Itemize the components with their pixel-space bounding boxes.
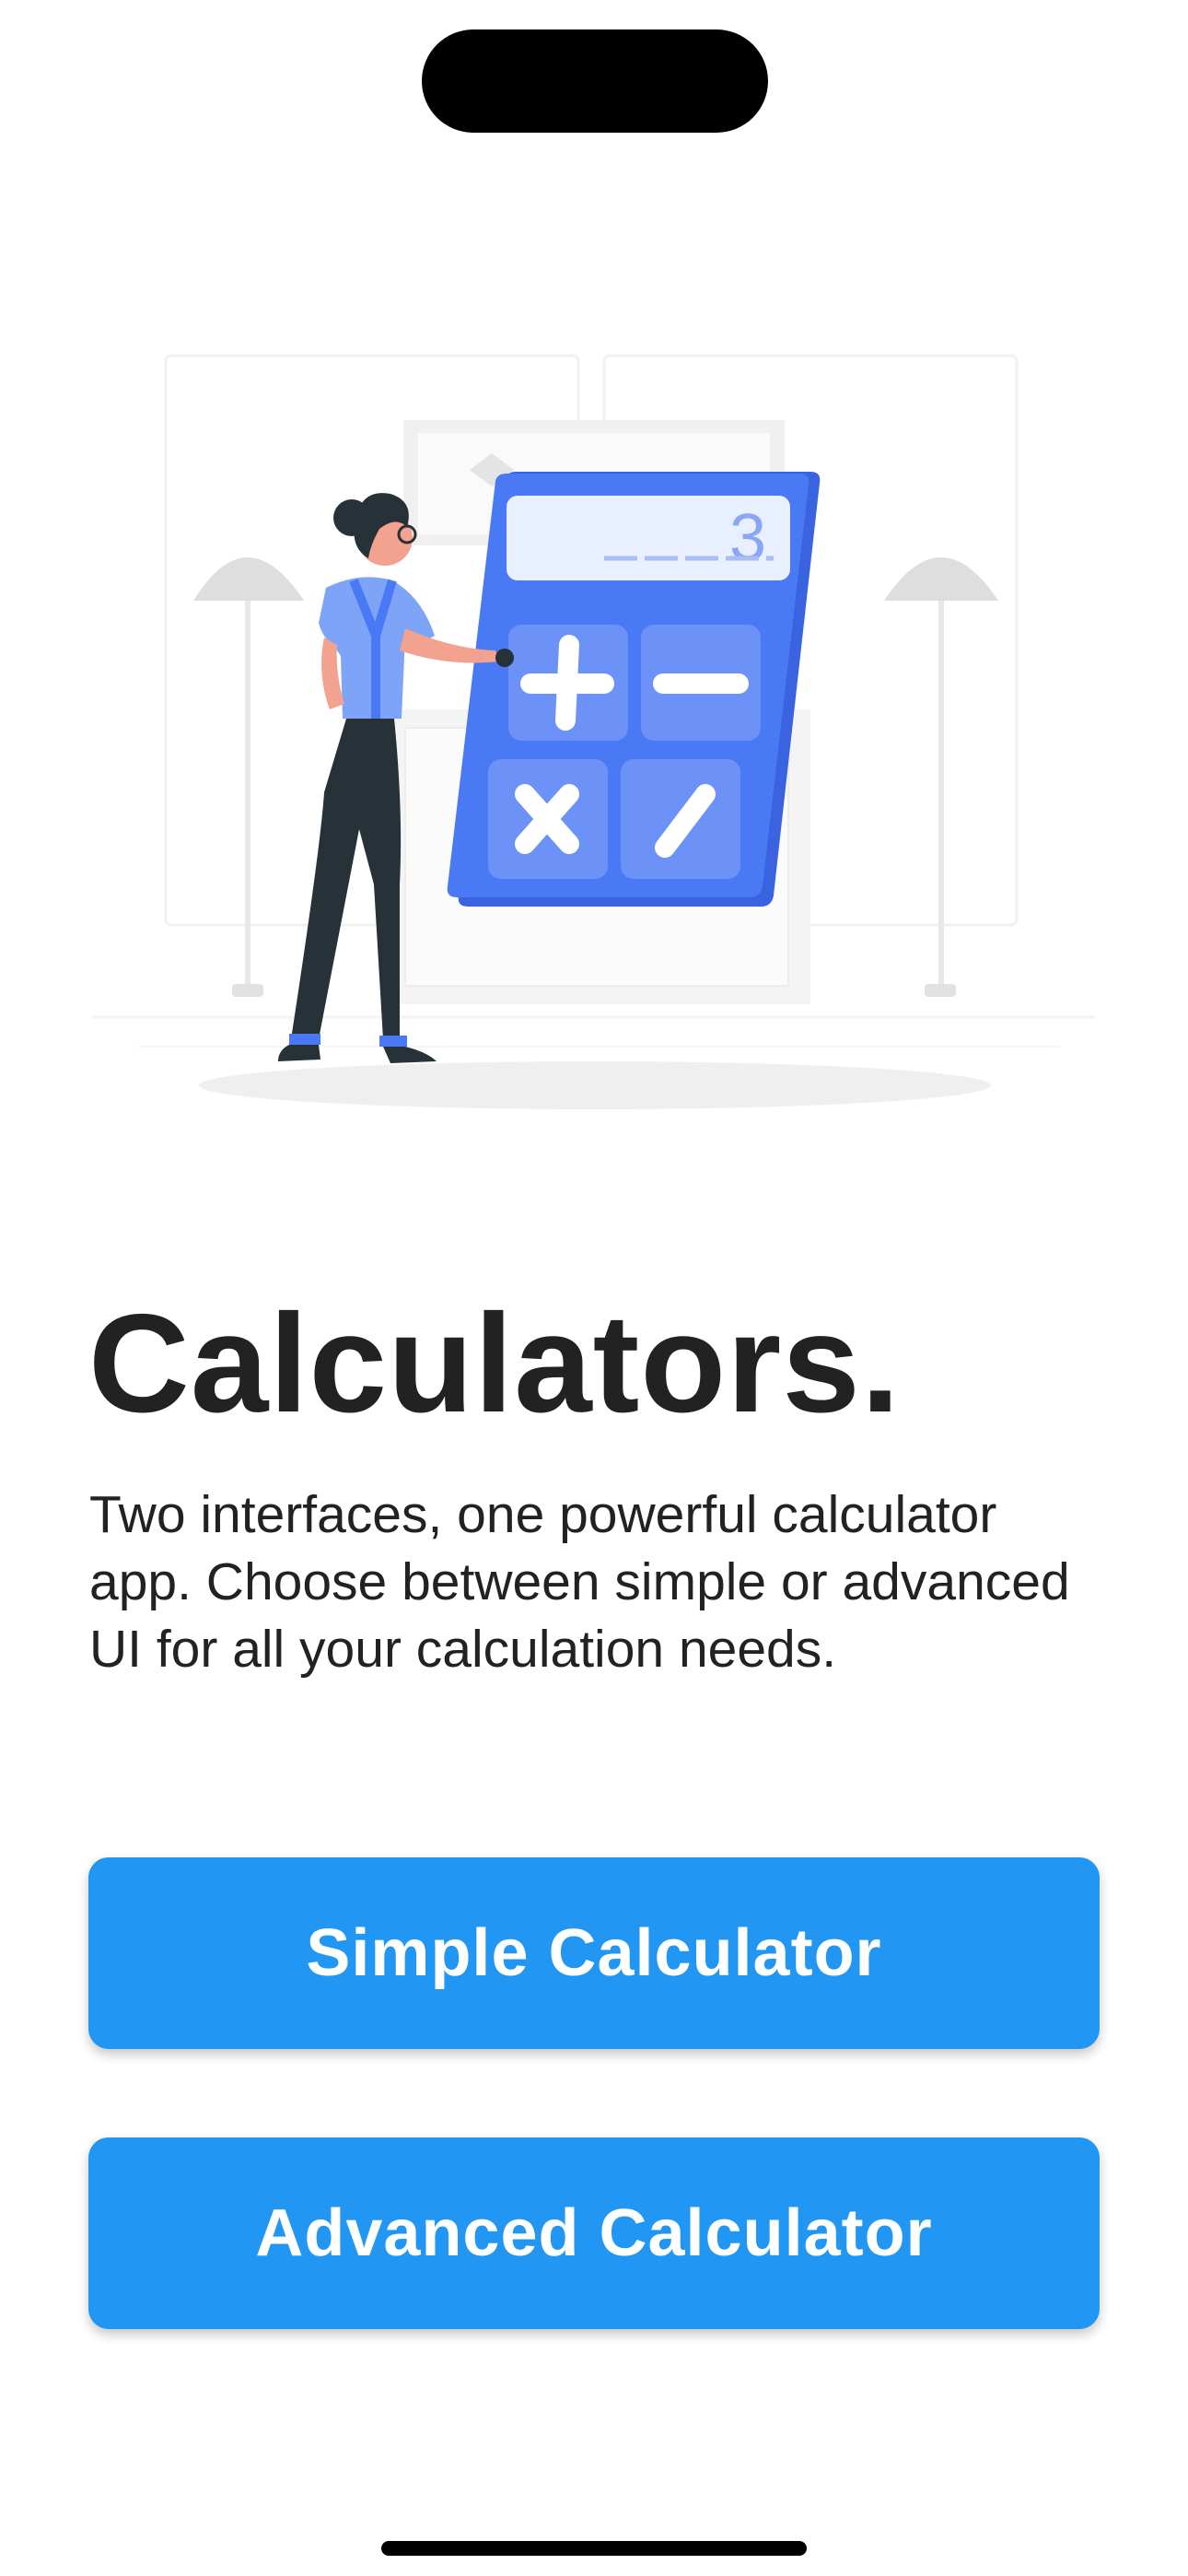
calculator-icon: 3	[447, 472, 821, 907]
svg-text:3: 3	[729, 501, 766, 575]
advanced-calculator-button[interactable]: Advanced Calculator	[88, 2137, 1100, 2329]
simple-calculator-button[interactable]: Simple Calculator	[88, 1857, 1100, 2049]
simple-calculator-button-label: Simple Calculator	[306, 1916, 882, 1990]
calculator-illustration: 3	[92, 354, 1096, 1109]
app-description: Two interfaces, one powerful calculator …	[89, 1485, 1070, 1679]
advanced-calculator-button-label: Advanced Calculator	[255, 2196, 933, 2270]
home-indicator[interactable]	[381, 2541, 807, 2556]
dynamic-island	[422, 29, 768, 133]
page-title: Calculators.	[88, 1285, 902, 1442]
